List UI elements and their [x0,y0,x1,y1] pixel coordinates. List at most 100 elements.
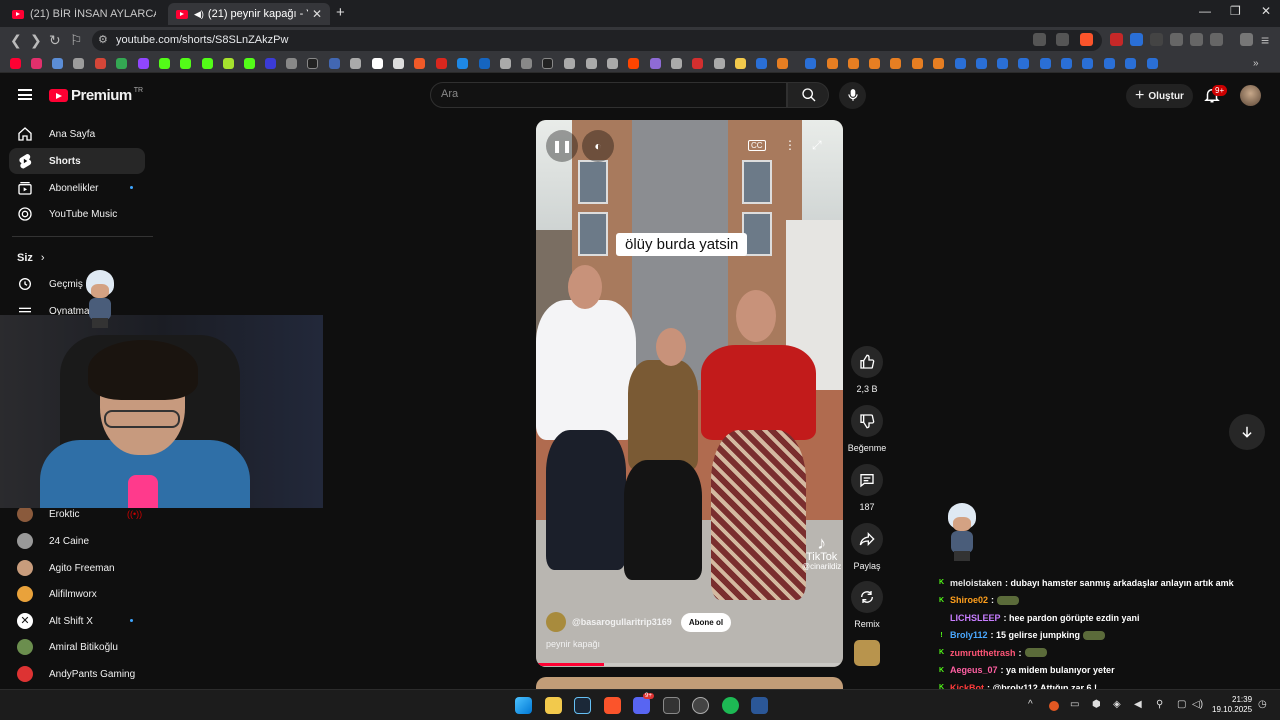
bookmark-icon[interactable] [521,58,532,69]
comment-button[interactable] [851,464,883,496]
bookmark-icon[interactable] [372,58,383,69]
back-icon[interactable]: ❮ [10,32,22,49]
bookmark-reddit-icon[interactable] [628,58,639,69]
extension-icon[interactable] [1170,33,1183,46]
close-tab-icon[interactable]: ✕ [312,7,322,21]
bookmark-steam-icon[interactable] [1104,58,1115,69]
sidebar-item-subscriptions[interactable]: Abonelikler [9,175,145,201]
chat-username[interactable]: zumrutthetrash [950,648,1016,658]
bookmark-icon[interactable] [607,58,618,69]
tray-app-icon[interactable]: ⚲ [1156,699,1163,710]
close-window-button[interactable]: ✕ [1261,4,1271,18]
subscription-item[interactable]: ✕ Alt Shift X [9,609,145,633]
short-title[interactable]: peynir kapağı [546,639,600,649]
bookmark-icon[interactable] [223,58,234,69]
bookmark-icon[interactable] [869,58,880,69]
extension-icon[interactable] [1150,33,1163,46]
like-action[interactable]: 2,3 B [849,346,885,394]
brave-browser-icon[interactable] [604,697,621,714]
maximize-button[interactable]: ❐ [1230,4,1241,18]
sidebar-item-history[interactable]: Geçmiş [9,271,145,297]
menu-icon[interactable]: ≡ [1261,32,1269,48]
browser-tab-1[interactable]: (21) BİR İNSAN AYLARCA KARANLIK [4,3,164,25]
next-short-preview[interactable] [536,677,843,689]
bookmark-icon[interactable] [933,58,944,69]
bookmark-icon[interactable] [542,58,553,69]
spotify-icon[interactable] [722,697,739,714]
menu-hamburger-icon[interactable] [18,89,32,100]
extension-icon[interactable] [1110,33,1123,46]
bookmark-icon[interactable] [500,58,511,69]
discord-icon[interactable] [633,697,650,714]
bookmark-icon[interactable] [286,58,297,69]
subscription-item[interactable]: 24 Caine [9,529,145,553]
bookmark-kick-icon[interactable] [244,58,255,69]
tray-app-icon[interactable]: ▭ [1070,699,1079,710]
dislike-action[interactable]: Beğenme [845,405,889,453]
steam-icon[interactable] [574,697,591,714]
bookmark-steam-icon[interactable] [805,58,816,69]
remix-action[interactable]: Remix [849,581,885,629]
bookmark-icon[interactable] [586,58,597,69]
extensions-puzzle-icon[interactable] [1190,33,1203,46]
notifications-icon[interactable]: ◷ [1258,699,1267,710]
bookmark-steam-icon[interactable] [976,58,987,69]
windows-start-icon[interactable] [515,697,532,714]
sidebar-item-youtube-music[interactable]: YouTube Music [9,201,145,227]
minimize-button[interactable]: — [1199,4,1211,18]
captions-icon[interactable]: CC [748,140,766,151]
address-bar[interactable]: ⚙ youtube.com/shorts/S8SLnZAkzPw [92,30,1102,51]
bookmark-icon[interactable] [692,58,703,69]
create-button[interactable]: + Oluştur [1126,84,1193,108]
bookmark-icon[interactable] [329,58,340,69]
bookmark-steam-icon[interactable] [756,58,767,69]
bookmark-steam-icon[interactable] [1040,58,1051,69]
bookmark-steam-icon[interactable] [1125,58,1136,69]
channel-handle[interactable]: @basarogullaritrip3169 [572,617,672,627]
bookmark-steam-icon[interactable] [1082,58,1093,69]
app-icon[interactable] [751,697,768,714]
search-input[interactable] [441,88,771,100]
bookmark-icon[interactable] [890,58,901,69]
media-control-icon[interactable] [1240,33,1253,46]
search-button[interactable] [787,82,829,108]
tray-overflow-icon[interactable]: ^ [1028,699,1033,710]
forward-icon[interactable]: ❯ [30,32,42,49]
chat-username[interactable]: meloistaken [950,578,1002,588]
subscribe-button[interactable]: Abone ol [680,612,732,632]
browser-tab-2-active[interactable]: ◀) (21) peynir kapağı - YouTube ✕ [168,3,330,25]
bookmark-icon[interactable] [457,58,468,69]
more-bookmarks-icon[interactable]: » [1253,58,1264,69]
bookmark-amazon-icon[interactable] [393,58,404,69]
cast-icon[interactable] [1033,33,1046,46]
fullscreen-icon[interactable]: ⤢ [812,138,822,153]
volume-icon[interactable]: ◁) [1192,699,1203,710]
tray-app-icon[interactable]: ⬢ [1092,699,1101,710]
bookmark-icon[interactable] [52,58,63,69]
subscription-item[interactable]: AndyPants Gaming [9,662,145,686]
next-short-button[interactable] [1229,414,1265,450]
bookmark-icon[interactable] [848,58,859,69]
app-icon[interactable] [663,697,680,714]
bookmark-icon[interactable] [73,58,84,69]
extension-icon[interactable] [1130,33,1143,46]
bookmark-icon[interactable] [714,58,725,69]
youtube-premium-logo[interactable]: Premium TR [49,87,143,104]
tray-app-icon[interactable]: ◈ [1113,699,1121,710]
chat-username[interactable]: LICHSLEEP [950,613,1001,623]
sidebar-item-home[interactable]: Ana Sayfa [9,121,145,147]
bookmark-instagram-icon[interactable] [31,58,42,69]
sidebar-item-shorts[interactable]: Shorts [9,148,145,174]
comment-action[interactable]: 187 [849,464,885,512]
more-options-icon[interactable]: ⋮ [784,138,796,152]
subscription-item[interactable]: Alifilmworx [9,582,145,606]
bookmark-icon[interactable] [912,58,923,69]
bookmark-icon[interactable] [650,58,661,69]
tray-app-icon[interactable] [1049,701,1059,711]
bookmark-icon[interactable] [350,58,361,69]
like-button[interactable] [851,346,883,378]
remix-button[interactable] [851,581,883,613]
bookmark-steam-icon[interactable] [1061,58,1072,69]
system-clock[interactable]: 21:39 19.10.2025 [1212,695,1252,716]
bookmark-icon[interactable] [671,58,682,69]
